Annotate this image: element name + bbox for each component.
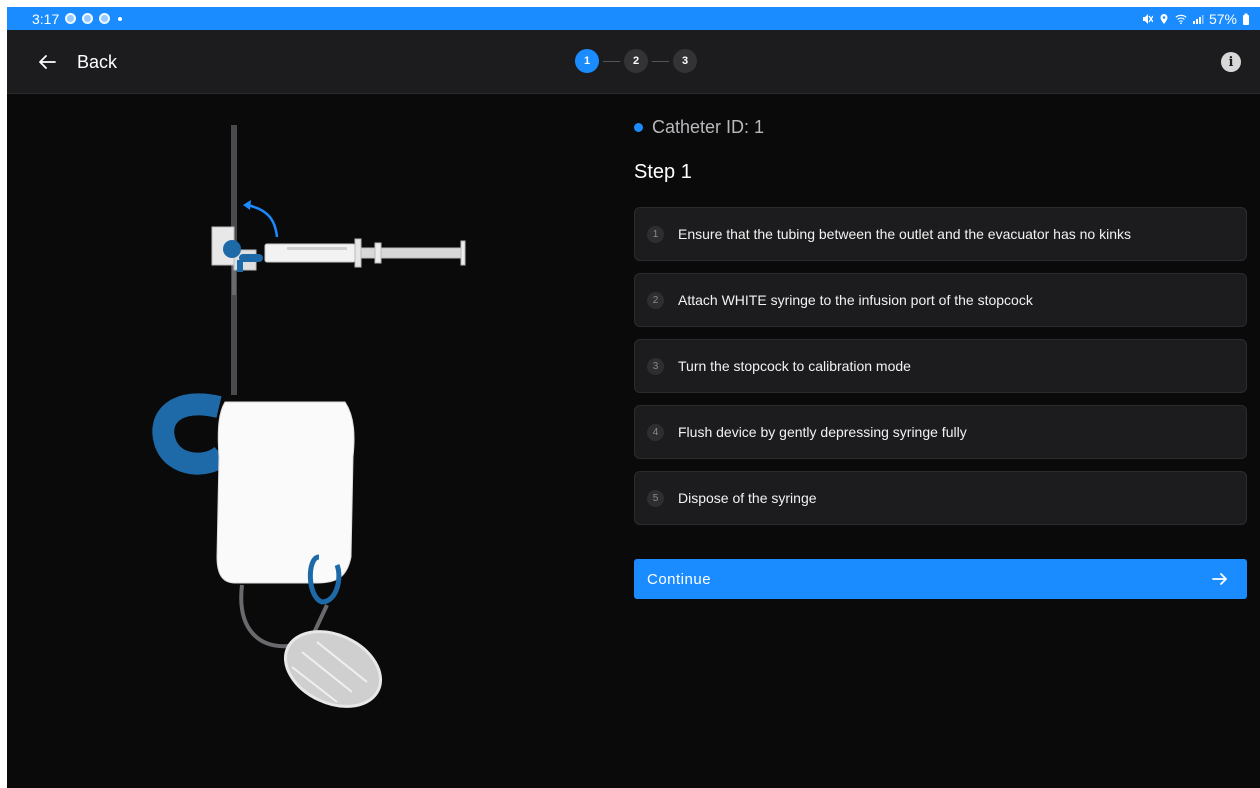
stepper-step-1: 1 (575, 49, 599, 73)
instruction-item: 1 Ensure that the tubing between the out… (634, 207, 1247, 261)
instruction-item: 3 Turn the stopcock to calibration mode (634, 339, 1247, 393)
step-title: Step 1 (634, 161, 692, 183)
continue-label: Continue (647, 570, 712, 588)
instruction-text: Dispose of the syringe (678, 490, 817, 506)
back-button[interactable]: Back (37, 44, 117, 80)
hanging-loop (152, 393, 230, 475)
app-screen: 3:17 57% Back 1 2 3 i Catheter ID: 1 Ste… (7, 7, 1260, 788)
instruction-item: 4 Flush device by gently depressing syri… (634, 405, 1247, 459)
device-illustration (152, 125, 466, 708)
catheter-id-label: Catheter ID: 1 (634, 117, 764, 138)
notification-icon (99, 13, 111, 24)
battery-percentage: 57% (1208, 10, 1237, 27)
back-label: Back (77, 51, 118, 72)
stepper-step-2: 2 (624, 49, 648, 73)
status-bar-right: 57% (1141, 11, 1250, 27)
more-notifications-icon (118, 16, 123, 21)
instruction-number: 4 (647, 423, 664, 441)
status-bar-left: 3:17 (32, 10, 123, 27)
evacuator-device (216, 401, 355, 584)
notification-icon (65, 13, 77, 24)
suction-bulb (283, 630, 383, 708)
signal-icon (1192, 14, 1204, 24)
rotate-arrow-icon (246, 203, 279, 238)
instruction-item: 5 Dispose of the syringe (634, 471, 1247, 525)
instruction-text: Turn the stopcock to calibration mode (678, 358, 911, 374)
syringe (264, 238, 466, 268)
instruction-number: 5 (647, 489, 664, 507)
instruction-text: Flush device by gently depressing syring… (678, 424, 967, 440)
stepper-connector (603, 60, 620, 62)
instruction-item: 2 Attach WHITE syringe to the infusion p… (634, 273, 1247, 327)
progress-stepper: 1 2 3 (575, 49, 697, 73)
arrow-right-icon (1212, 573, 1227, 585)
location-icon (1160, 13, 1168, 24)
instruction-number: 2 (647, 291, 664, 309)
status-bar: 3:17 57% (7, 7, 1260, 30)
instruction-text: Attach WHITE syringe to the infusion por… (678, 292, 1033, 308)
catheter-id-text: Catheter ID: 1 (652, 117, 765, 137)
continue-button[interactable]: Continue (634, 559, 1247, 599)
notification-icon (82, 13, 94, 24)
info-icon[interactable]: i (1221, 52, 1241, 72)
instruction-list: 1 Ensure that the tubing between the out… (634, 207, 1247, 537)
instruction-number: 1 (647, 225, 664, 243)
wifi-icon (1175, 14, 1187, 24)
instruction-text: Ensure that the tubing between the outle… (678, 226, 1131, 242)
stopcock (211, 226, 263, 272)
instruction-number: 3 (647, 357, 664, 375)
status-time: 3:17 (32, 10, 60, 27)
mute-icon (1142, 13, 1153, 24)
catheter-status-dot (634, 123, 643, 132)
back-arrow-icon (39, 55, 56, 69)
battery-icon (1243, 13, 1249, 25)
stepper-connector (652, 60, 669, 62)
top-app-bar: Back 1 2 3 i (7, 30, 1260, 94)
stepper-step-3: 3 (673, 49, 697, 73)
